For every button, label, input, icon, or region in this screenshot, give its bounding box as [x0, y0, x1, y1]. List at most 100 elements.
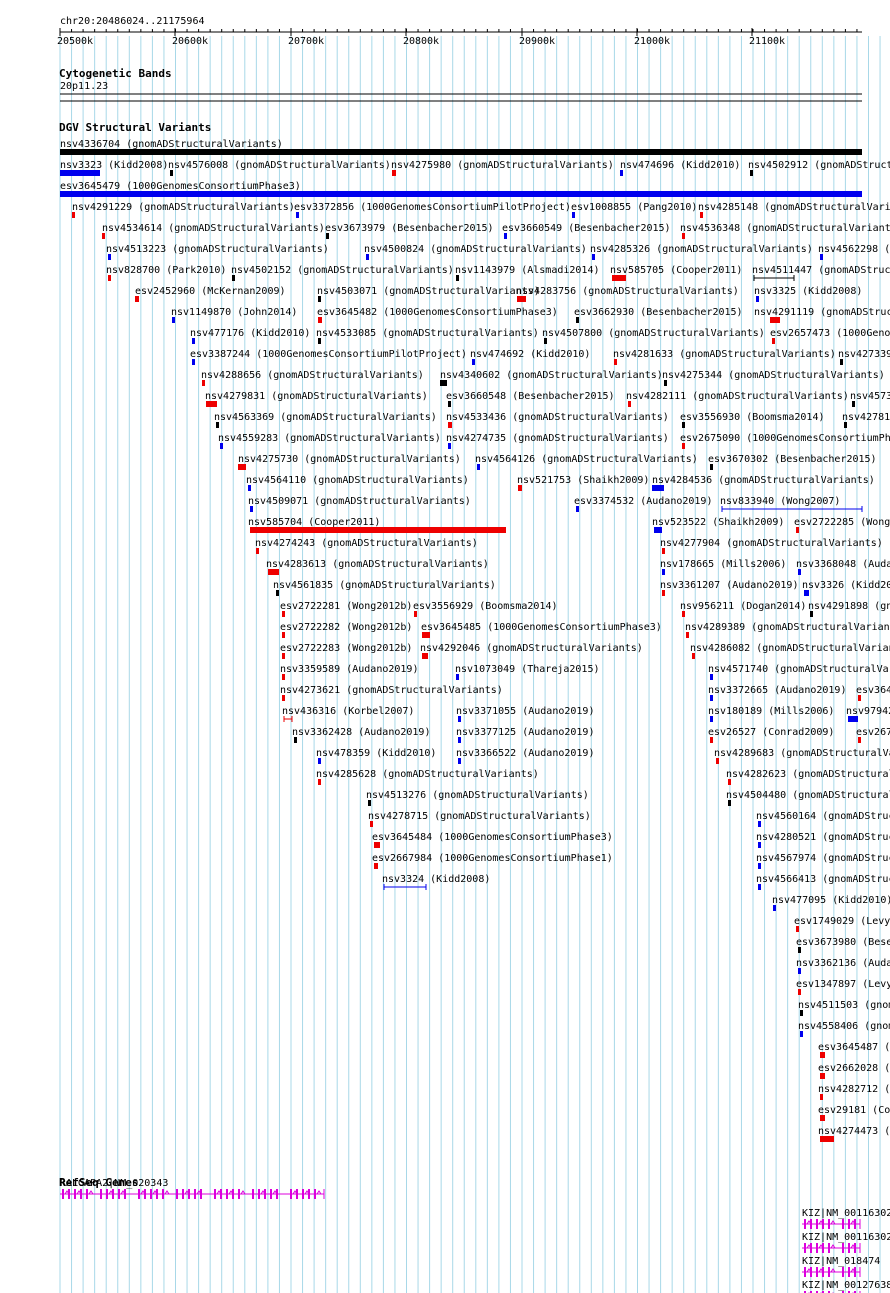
variant-feature[interactable] — [757, 863, 762, 871]
variant-feature[interactable] — [571, 212, 576, 220]
variant-feature[interactable] — [317, 758, 322, 766]
variant-label[interactable]: nsv3325 (Kidd2008) — [754, 286, 862, 297]
variant-label[interactable]: esv2722282 (Wong2012b) — [280, 622, 412, 633]
variant-feature[interactable] — [797, 569, 802, 577]
variant-label[interactable]: esv3372856 (1000GenomesConsortiumPilotPr… — [294, 202, 571, 213]
variant-label[interactable]: nsv3362428 (Audano2019) — [292, 727, 430, 738]
variant-label[interactable]: nsv4561835 (gnomADStructuralVariants) — [273, 580, 496, 591]
variant-feature[interactable] — [799, 1031, 804, 1039]
variant-feature[interactable] — [367, 800, 372, 808]
variant-feature[interactable] — [249, 527, 507, 535]
variant-feature[interactable] — [709, 674, 714, 682]
variant-label[interactable]: nsv3368048 (Audano2019) — [796, 559, 890, 570]
variant-feature[interactable] — [651, 485, 665, 493]
variant-label[interactable]: nsv3366522 (Audano2019) — [456, 748, 594, 759]
variant-label[interactable]: nsv4283756 (gnomADStructuralVariants) — [516, 286, 739, 297]
variant-feature[interactable] — [795, 527, 800, 535]
variant-label[interactable]: esv2662028 (1000GenomesConsortiumPhase1) — [818, 1063, 890, 1074]
variant-feature[interactable] — [439, 380, 448, 388]
variant-feature[interactable] — [471, 359, 476, 367]
variant-feature[interactable] — [237, 464, 247, 472]
variant-label[interactable]: esv3660549 (Besenbacher2015) — [502, 223, 671, 234]
variant-label[interactable]: nsv4509071 (gnomADStructuralVariants) — [248, 496, 471, 507]
variant-feature[interactable] — [457, 758, 462, 766]
variant-label[interactable]: esv26527 (Conrad2009) — [708, 727, 834, 738]
variant-feature[interactable] — [293, 737, 298, 745]
variant-feature[interactable] — [134, 296, 140, 304]
variant-feature[interactable] — [317, 338, 322, 346]
variant-label[interactable]: nsv4563369 (gnomADStructuralVariants) — [214, 412, 437, 423]
variant-feature[interactable] — [619, 170, 624, 178]
variant-feature[interactable] — [699, 212, 704, 220]
variant-feature[interactable] — [681, 443, 686, 451]
variant-label[interactable]: nsv4534614 (gnomADStructuralVariants) — [102, 223, 325, 234]
variant-feature[interactable] — [591, 254, 596, 262]
variant-feature[interactable] — [249, 506, 254, 514]
variant-feature[interactable] — [575, 506, 580, 514]
variant-feature[interactable] — [769, 317, 781, 325]
variant-feature[interactable] — [191, 338, 196, 346]
variant-label[interactable]: nsv4274735 (gnomADStructuralVariants) — [446, 433, 669, 444]
variant-feature[interactable] — [317, 317, 323, 325]
variant-label[interactable]: esv3387244 (1000GenomesConsortiumPilotPr… — [190, 349, 467, 360]
variant-label[interactable]: nsv4513223 (gnomADStructuralVariants) — [106, 244, 329, 255]
variant-label[interactable]: nsv523522 (Shaikh2009) — [652, 517, 784, 528]
variant-label[interactable]: esv2657473 (1000GenomesConsortiumPhase1) — [770, 328, 890, 339]
variant-label[interactable]: nsv1073049 (Thareja2015) — [455, 664, 600, 675]
variant-label[interactable]: nsv4560164 (gnomADStructuralVariants) — [756, 811, 890, 822]
variant-label[interactable]: nsv4275344 (gnomADStructuralVariants) — [662, 370, 885, 381]
variant-label[interactable]: nsv4274243 (gnomADStructuralVariants) — [255, 538, 478, 549]
variant-label[interactable]: esv2667984 (1000GenomesConsortiumPhase1) — [372, 853, 613, 864]
variant-label[interactable]: nsv4567974 (gnomADStructuralVariants) — [756, 853, 890, 864]
variant-label[interactable]: nsv4566413 (gnomADStructuralVariants) — [756, 874, 890, 885]
variant-feature[interactable] — [575, 317, 580, 325]
variant-label[interactable]: nsv478359 (Kidd2010) — [316, 748, 436, 759]
variant-label[interactable]: nsv3371055 (Audano2019) — [456, 706, 594, 717]
variant-feature[interactable] — [317, 779, 322, 787]
variant-feature[interactable] — [447, 422, 453, 430]
variant-label[interactable]: nsv4292046 (gnomADStructuralVariants) — [420, 643, 643, 654]
variant-label[interactable]: nsv4507800 (gnomADStructuralVariants) — [542, 328, 765, 339]
variant-feature[interactable] — [317, 296, 322, 304]
variant-label[interactable]: esv3673979 (Besenbacher2015) — [325, 223, 494, 234]
variant-label[interactable]: esv2722281 (Wong2012b) — [280, 601, 412, 612]
variant-label[interactable]: nsv4533436 (gnomADStructuralVariants) — [446, 412, 669, 423]
variant-label[interactable]: esv3645485 (1000GenomesConsortiumPhase3) — [421, 622, 662, 633]
variant-feature[interactable] — [819, 1094, 824, 1102]
variant-label[interactable]: nsv4275730 (gnomADStructuralVariants) — [238, 454, 461, 465]
variant-feature[interactable] — [101, 233, 106, 241]
variant-label[interactable]: nsv436316 (Korbel2007) — [282, 706, 414, 717]
variant-feature[interactable] — [727, 800, 732, 808]
variant-feature[interactable] — [247, 485, 252, 493]
variant-label[interactable]: nsv4536348 (gnomADStructuralVariants) — [680, 223, 890, 234]
variant-label[interactable]: esv3670302 (Besenbacher2015) — [708, 454, 877, 465]
variant-label[interactable]: nsv956211 (Dogan2014) — [680, 601, 806, 612]
variant-feature[interactable] — [847, 716, 859, 724]
variant-label[interactable]: nsv4576008 (gnomADStructuralVariants) — [168, 160, 391, 171]
variant-feature[interactable] — [255, 548, 260, 556]
variant-feature[interactable] — [803, 590, 810, 598]
variant-feature[interactable] — [457, 716, 462, 724]
variant-label[interactable]: nsv4289389 (gnomADStructuralVariants) — [685, 622, 890, 633]
variant-feature[interactable] — [369, 821, 374, 829]
variant-feature[interactable] — [281, 695, 286, 703]
variant-feature[interactable] — [365, 254, 370, 262]
variant-feature[interactable] — [685, 632, 690, 640]
variant-feature[interactable] — [797, 989, 802, 997]
variant-label[interactable]: nsv4283613 (gnomADStructuralVariants) — [266, 559, 489, 570]
variant-label[interactable]: nsv4284536 (gnomADStructuralVariants) — [652, 475, 875, 486]
variant-feature[interactable] — [503, 233, 508, 241]
variant-feature[interactable] — [421, 653, 429, 661]
variant-feature[interactable] — [219, 443, 224, 451]
variant-feature[interactable] — [171, 317, 176, 325]
variant-label[interactable]: nsv4511503 (gnomADStructuralVariants) — [798, 1000, 890, 1011]
variant-feature[interactable] — [799, 1010, 804, 1018]
variant-feature[interactable] — [715, 758, 720, 766]
variant-label[interactable]: nsv4559283 (gnomADStructuralVariants) — [218, 433, 441, 444]
variant-feature[interactable] — [819, 1052, 826, 1060]
gene-model[interactable] — [802, 1266, 864, 1278]
variant-label[interactable]: esv3556929 (Boomsma2014) — [413, 601, 558, 612]
variant-feature[interactable] — [819, 254, 824, 262]
variant-feature[interactable] — [516, 296, 527, 304]
variant-label[interactable]: nsv178665 (Mills2006) — [660, 559, 786, 570]
